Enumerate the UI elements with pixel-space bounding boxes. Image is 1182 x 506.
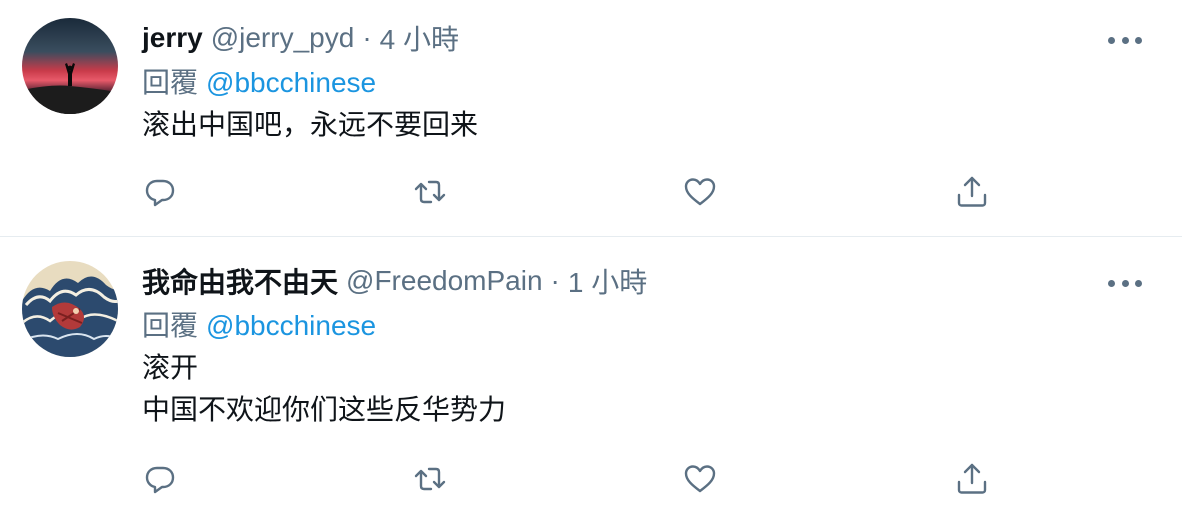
separator: · [550,265,560,296]
tweet-content: 我命由我不由天 @FreedomPain · 1 小時 回覆 @bbcchines… [142,261,1142,494]
more-dots-icon[interactable] [1108,273,1142,293]
user-handle[interactable]: @jerry_pyd [211,22,355,54]
display-name[interactable]: jerry [142,22,203,54]
reply-icon [145,466,175,494]
reply-prefix: 回覆 [142,67,199,98]
heart-icon [684,178,716,206]
tweet-content: jerry @jerry_pyd · 4 小時 回覆 @bbcchinese 滚出… [142,18,1142,207]
retweet-icon [414,180,446,204]
display-name[interactable]: 我命由我不由天 [142,261,338,301]
reply-icon [145,179,175,207]
share-icon [957,176,987,207]
reply-button[interactable] [142,174,178,210]
mention-link[interactable]: @bbcchinese [206,67,376,98]
tweet-text-line: 滚开 [142,352,199,383]
tweet-text-line: 中国不欢迎你们这些反华势力 [142,394,507,425]
reply-context: 回覆 @bbcchinese [142,62,1142,104]
heart-icon [684,465,716,493]
like-button[interactable] [682,174,718,210]
reply-prefix: 回覆 [142,310,199,341]
separator: · [362,22,372,53]
share-button[interactable] [954,174,990,210]
avatar[interactable] [22,18,118,114]
retweet-button[interactable] [412,174,448,210]
tweet-text: 滚出中国吧，永远不要回来 [142,109,479,140]
more-dots-icon[interactable] [1108,30,1142,50]
reply-context: 回覆 @bbcchinese [142,305,1142,347]
share-button[interactable] [954,461,990,497]
avatar-image [22,261,118,357]
avatar[interactable] [22,261,118,357]
tweet-item[interactable]: jerry @jerry_pyd · 4 小時 回覆 @bbcchinese 滚出… [0,0,1182,236]
reply-button[interactable] [142,461,178,497]
timestamp[interactable]: 1 小時 [568,261,647,301]
avatar-image [22,18,118,114]
tweet-header: 我命由我不由天 @FreedomPain · 1 小時 [142,261,1142,301]
mention-link[interactable]: @bbcchinese [206,310,376,341]
retweet-icon [414,467,446,491]
tweet-header: jerry @jerry_pyd · 4 小時 [142,18,1142,58]
like-button[interactable] [682,461,718,497]
user-handle[interactable]: @FreedomPain [346,265,543,297]
tweet-item[interactable]: 我命由我不由天 @FreedomPain · 1 小時 回覆 @bbcchines… [0,237,1182,506]
action-bar [142,174,1002,214]
share-icon [957,463,987,494]
retweet-button[interactable] [412,461,448,497]
timestamp[interactable]: 4 小時 [380,18,459,58]
action-bar [142,461,1002,501]
